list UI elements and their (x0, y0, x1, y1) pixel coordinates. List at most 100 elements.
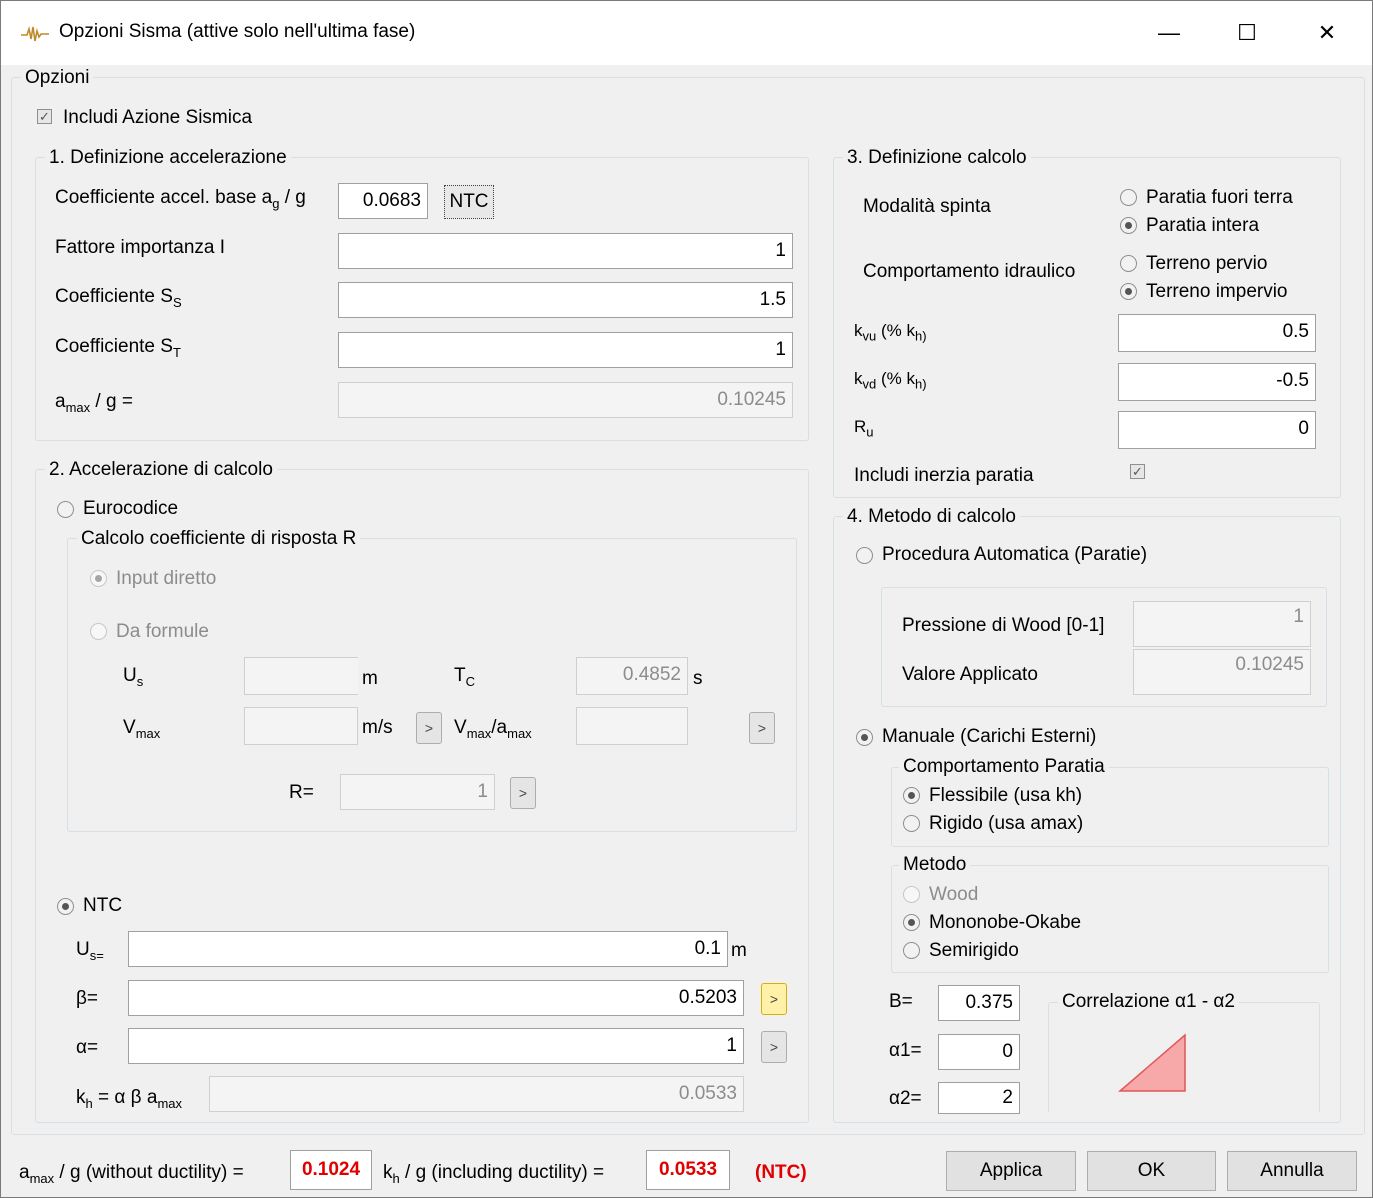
sec3-title: 3. Definizione calcolo (843, 147, 1031, 169)
vmax-arrow-button[interactable]: > (416, 712, 442, 744)
window-title: Opzioni Sisma (attive solo nell'ultima f… (59, 21, 416, 42)
ntc-us-input[interactable]: 0.1 (128, 931, 728, 967)
vmax-label: Vmax (123, 717, 161, 741)
da-formule-radio[interactable] (90, 623, 107, 640)
flessibile-label: Flessibile (usa kh) (929, 785, 1083, 806)
us-input[interactable] (244, 657, 358, 695)
comportamento-title: Comportamento Paratia (899, 756, 1109, 778)
us-unit: m (362, 668, 378, 689)
ss-input[interactable]: 1.5 (338, 282, 793, 318)
vmax-unit: m/s (362, 717, 393, 738)
impervio-label: Terreno impervio (1146, 281, 1288, 302)
spinta-label: Modalità spinta (863, 196, 991, 217)
alpha-label: α= (76, 1037, 99, 1058)
footer-amax-value: 0.1024 (290, 1150, 372, 1190)
cancel-button[interactable]: Annulla (1227, 1151, 1357, 1191)
ss-label: Coefficiente SS (55, 286, 182, 310)
wood-radio[interactable] (903, 886, 920, 903)
eurocodice-label: Eurocodice (83, 498, 179, 519)
apply-button[interactable]: Applica (946, 1151, 1076, 1191)
b-input[interactable]: 0.375 (938, 985, 1020, 1021)
correlation-triangle-icon (1117, 1033, 1186, 1092)
impervio-radio[interactable] (1120, 283, 1137, 300)
r-arrow-button[interactable]: > (510, 777, 536, 809)
da-formule-label: Da formule (116, 621, 209, 642)
applied-label: Valore Applicato (902, 664, 1038, 685)
tc-label: TC (454, 665, 475, 689)
amax-output: 0.10245 (338, 382, 793, 418)
manual-radio[interactable] (856, 729, 873, 746)
vmax-amax-arrow-button[interactable]: > (749, 712, 775, 744)
ru-label: Ru (854, 417, 874, 440)
wood-pressure-input[interactable]: 1 (1133, 601, 1311, 647)
close-button[interactable]: ✕ (1307, 15, 1347, 51)
st-input[interactable]: 1 (338, 332, 793, 368)
mononobe-label: Mononobe-Okabe (929, 912, 1082, 933)
wood-pressure-label: Pressione di Wood [0-1] (902, 615, 1105, 636)
options-group-label: Opzioni (21, 67, 94, 89)
importance-label: Fattore importanza I (55, 237, 226, 258)
auto-radio[interactable] (856, 547, 873, 564)
intera-label: Paratia intera (1146, 215, 1260, 236)
kh-label: kh = α β amax (76, 1087, 182, 1111)
footer-kh-label: kh / g (including ductility) = (383, 1162, 605, 1186)
importance-input[interactable]: 1 (338, 233, 793, 269)
a2-input[interactable]: 2 (938, 1082, 1020, 1114)
semirigido-radio[interactable] (903, 942, 920, 959)
manual-label: Manuale (Carichi Esterni) (882, 726, 1097, 747)
ntc-radio[interactable] (57, 898, 74, 915)
a2-label: α2= (889, 1088, 922, 1109)
metodo-title: Metodo (899, 854, 971, 876)
risposta-title: Calcolo coefficiente di risposta R (77, 528, 361, 550)
footer-kh-value: 0.0533 (646, 1150, 730, 1190)
a1-label: α1= (889, 1040, 922, 1061)
kvd-label: kvd (% kh) (854, 369, 927, 392)
footer-ntc-tag: (NTC) (755, 1162, 807, 1183)
vmax-amax-input[interactable] (576, 707, 688, 745)
comportamento-group (891, 767, 1329, 847)
ru-input[interactable]: 0 (1118, 411, 1316, 449)
inerzia-checkbox[interactable]: ✓ (1130, 464, 1145, 479)
fuori-terra-radio[interactable] (1120, 189, 1137, 206)
b-label: B= (889, 991, 913, 1012)
intera-radio[interactable] (1120, 217, 1137, 234)
seismograph-icon (21, 25, 49, 42)
a1-input[interactable]: 0 (938, 1034, 1020, 1070)
semirigido-label: Semirigido (929, 940, 1019, 961)
flessibile-radio[interactable] (903, 787, 920, 804)
pervio-radio[interactable] (1120, 255, 1137, 272)
inerzia-label: Includi inerzia paratia (854, 465, 1034, 486)
r-output: 1 (340, 774, 495, 810)
beta-input[interactable]: 0.5203 (128, 980, 744, 1016)
kvu-input[interactable]: 0.5 (1118, 314, 1316, 352)
tc-unit: s (693, 668, 703, 689)
include-seismic-checkbox[interactable]: ✓ (37, 109, 52, 124)
eurocodice-radio[interactable] (57, 501, 74, 518)
title-bar: Opzioni Sisma (attive solo nell'ultima f… (1, 1, 1372, 65)
kh-output: 0.0533 (209, 1076, 744, 1112)
amax-label: amax / g = (55, 391, 133, 415)
kvd-input[interactable]: -0.5 (1118, 363, 1316, 401)
sec1-title: 1. Definizione accelerazione (45, 147, 291, 169)
coef-input[interactable]: 0.0683 (338, 183, 428, 219)
maximize-button[interactable]: ☐ (1227, 15, 1267, 51)
alpha-arrow-button[interactable]: > (761, 1031, 787, 1063)
rigido-radio[interactable] (903, 815, 920, 832)
mononobe-radio[interactable] (903, 914, 920, 931)
input-diretto-radio[interactable] (90, 570, 107, 587)
ntc-button[interactable]: NTC (444, 185, 494, 219)
kvu-label: kvu (% kh) (854, 321, 927, 344)
beta-arrow-button[interactable]: > (761, 983, 787, 1015)
include-seismic-label: Includi Azione Sismica (63, 107, 253, 128)
vmax-amax-label: Vmax/amax (454, 717, 532, 741)
vmax-input[interactable] (244, 707, 358, 745)
input-diretto-label: Input diretto (116, 568, 217, 589)
wood-label: Wood (929, 884, 979, 905)
alpha-input[interactable]: 1 (128, 1028, 744, 1064)
auto-label: Procedura Automatica (Paratie) (882, 544, 1148, 565)
footer-amax-label: amax / g (without ductility) = (19, 1162, 244, 1186)
st-label: Coefficiente ST (55, 336, 181, 360)
ok-button[interactable]: OK (1087, 1151, 1216, 1191)
minimize-button[interactable]: — (1149, 15, 1189, 51)
tc-output: 0.4852 (576, 657, 688, 695)
